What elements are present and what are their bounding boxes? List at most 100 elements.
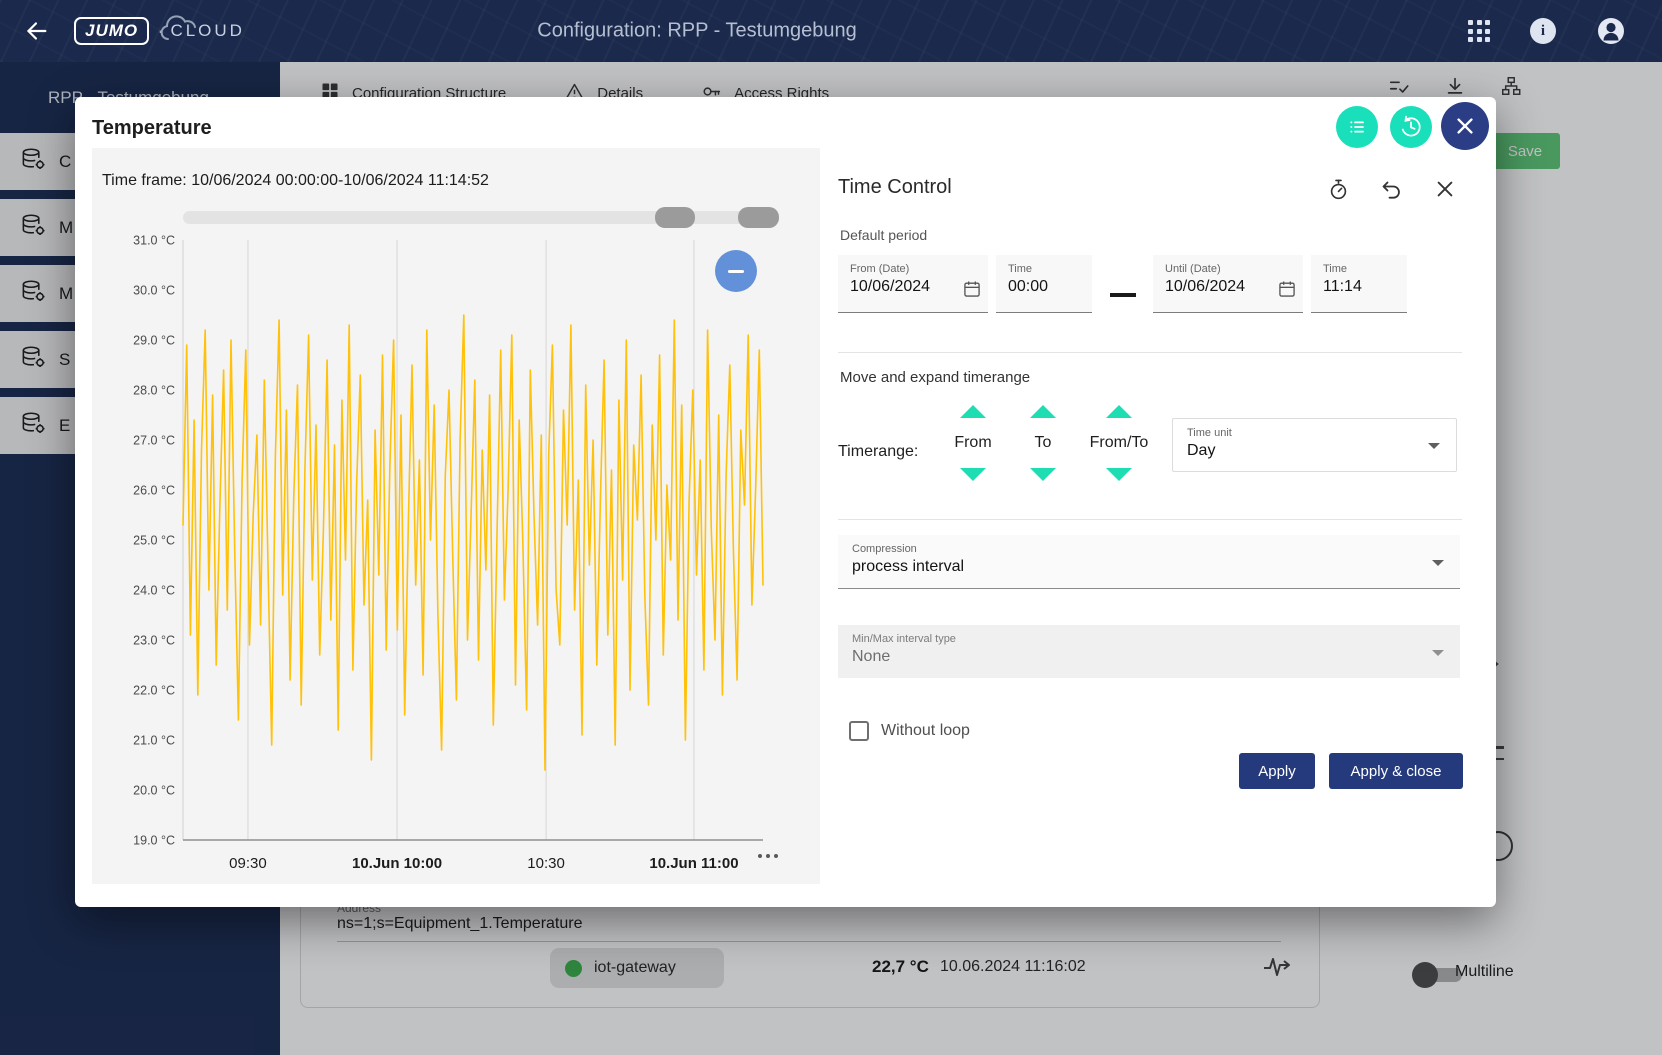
address-field-underline [337, 941, 1281, 942]
time-unit-select[interactable]: Time unit Day [1172, 418, 1457, 472]
apply-button[interactable]: Apply [1239, 753, 1315, 789]
svg-text:23.0 °C: 23.0 °C [133, 634, 175, 648]
until-time-field[interactable]: Time 11:14 [1311, 255, 1407, 313]
timeframe-label: Time frame: 10/06/2024 00:00:00-10/06/20… [102, 172, 489, 190]
arrow-up-icon[interactable] [1030, 405, 1056, 418]
time-unit-value: Day [1187, 442, 1215, 459]
svg-text:20.0 °C: 20.0 °C [133, 784, 175, 798]
timerange-option-label: From [954, 434, 991, 452]
from-time-value: 00:00 [1008, 278, 1048, 296]
sidebar-item-label: C [59, 152, 71, 172]
database-gear-icon [20, 344, 47, 376]
hierarchy-icon[interactable] [1500, 75, 1522, 102]
svg-text:10.Jun 10:00: 10.Jun 10:00 [352, 855, 442, 872]
back-button[interactable] [18, 14, 52, 48]
default-period-label: Default period [840, 227, 927, 243]
until-date-field[interactable]: Until (Date) 10/06/2024 [1153, 255, 1303, 313]
minmax-interval-label: Min/Max interval type [852, 633, 1446, 645]
svg-text:10:30: 10:30 [527, 855, 565, 872]
close-dialog-button[interactable] [1441, 102, 1489, 150]
database-gear-icon [20, 410, 47, 442]
channel-list-button[interactable] [1336, 106, 1378, 148]
without-loop-checkbox[interactable] [849, 721, 869, 741]
apply-close-button[interactable]: Apply & close [1329, 753, 1463, 789]
divider [838, 352, 1462, 353]
stopwatch-icon[interactable] [1327, 178, 1350, 201]
arrow-up-icon[interactable] [1106, 405, 1132, 418]
from-date-label: From (Date) [850, 263, 978, 275]
dialog-title: Temperature [92, 117, 212, 140]
time-control-button[interactable] [1390, 106, 1432, 148]
chevron-down-icon [1432, 560, 1444, 566]
svg-text:26.0 °C: 26.0 °C [133, 484, 175, 498]
range-handle-right[interactable] [738, 207, 779, 228]
sidebar-item-label: M [59, 218, 73, 238]
arrow-up-icon[interactable] [960, 405, 986, 418]
compression-label: Compression [852, 543, 1446, 555]
gateway-chip[interactable]: iot-gateway [550, 948, 724, 988]
calendar-icon[interactable] [962, 279, 982, 304]
svg-text:09:30: 09:30 [229, 855, 267, 872]
svg-text:21.0 °C: 21.0 °C [133, 734, 175, 748]
close-panel-icon[interactable] [1434, 178, 1456, 200]
compression-select[interactable]: Compression process interval [838, 535, 1460, 589]
until-date-value: 10/06/2024 [1165, 278, 1253, 296]
chevron-down-icon [1432, 650, 1444, 656]
range-handle-left[interactable] [655, 207, 695, 228]
arrow-down-icon[interactable] [1030, 468, 1056, 481]
timerange-group-from-to: From/To [1071, 405, 1167, 481]
svg-text:30.0 °C: 30.0 °C [133, 284, 175, 298]
arrow-down-icon[interactable] [960, 468, 986, 481]
info-icon[interactable]: i [1530, 18, 1556, 44]
svg-text:25.0 °C: 25.0 °C [133, 534, 175, 548]
jumo-cloud-logo: JUMO · CLOUD [74, 17, 245, 45]
temperature-dialog: Temperature Time frame: 10/06/2024 00:00… [75, 97, 1496, 907]
from-date-field[interactable]: From (Date) 10/06/2024 [838, 255, 988, 313]
trend-icon[interactable] [1262, 952, 1292, 987]
minus-icon [728, 270, 744, 273]
timerange-option-label: From/To [1090, 434, 1149, 452]
chevron-down-icon [1428, 443, 1440, 449]
page-title: Configuration: RPP - Testumgebung [537, 20, 856, 43]
time-unit-label: Time unit [1187, 427, 1442, 439]
until-time-label: Time [1323, 263, 1397, 275]
close-icon [1454, 115, 1476, 137]
list-icon [1345, 115, 1369, 139]
multiline-toggle[interactable] [1412, 962, 1438, 988]
until-time-value: 11:14 [1323, 278, 1362, 296]
svg-text:29.0 °C: 29.0 °C [133, 334, 175, 348]
minmax-interval-value: None [852, 648, 890, 665]
zoom-out-button[interactable] [715, 250, 757, 292]
svg-text:27.0 °C: 27.0 °C [133, 434, 175, 448]
save-button[interactable]: Save [1490, 133, 1560, 169]
svg-text:19.0 °C: 19.0 °C [133, 834, 175, 848]
screen: JUMO · CLOUD Configuration: RPP - Testum… [0, 0, 1662, 1055]
current-temperature-value: 22,7 °C [872, 957, 929, 977]
move-expand-label: Move and expand timerange [840, 369, 1030, 386]
chart-panel: Time frame: 10/06/2024 00:00:00-10/06/20… [92, 148, 820, 884]
range-dash [1110, 293, 1136, 297]
timerange-group-to: To [1013, 405, 1073, 481]
current-timestamp: 10.06.2024 11:16:02 [940, 958, 1086, 976]
apps-grid-icon[interactable] [1468, 20, 1490, 42]
svg-text:28.0 °C: 28.0 °C [133, 384, 175, 398]
from-time-label: Time [1008, 263, 1082, 275]
svg-text:10.Jun 11:00: 10.Jun 11:00 [649, 855, 738, 872]
until-date-label: Until (Date) [1165, 263, 1293, 275]
cloud-outline-icon [158, 12, 198, 46]
arrow-left-icon [20, 16, 50, 46]
cloud-logo: CLOUD [170, 21, 245, 41]
more-options-button[interactable] [752, 848, 784, 864]
sidebar-item-label: S [59, 350, 70, 370]
account-icon[interactable] [1596, 16, 1626, 46]
from-time-field[interactable]: Time 00:00 [996, 255, 1092, 313]
divider [838, 519, 1462, 520]
minmax-interval-select[interactable]: Min/Max interval type None [838, 625, 1460, 678]
arrow-down-icon[interactable] [1106, 468, 1132, 481]
timerange-label: Timerange: [838, 443, 918, 461]
history-clock-icon [1398, 114, 1424, 140]
calendar-icon[interactable] [1277, 279, 1297, 304]
undo-icon[interactable] [1380, 177, 1404, 201]
timerange-group-from: From [937, 405, 1009, 481]
time-range-scrollbar[interactable] [183, 211, 779, 224]
